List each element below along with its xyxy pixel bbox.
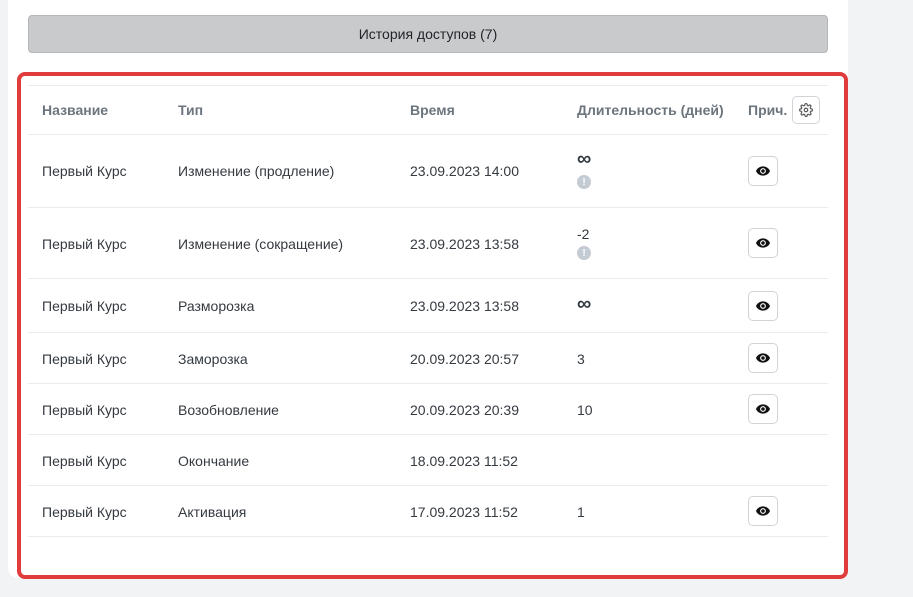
cell-type: Изменение (сокращение) [178,236,344,252]
cell-time: 23.09.2023 13:58 [410,298,519,314]
header-reason: Прич. [748,102,788,118]
header-name: Название [42,102,109,118]
view-reason-button[interactable] [748,343,778,373]
cell-duration: ∞ [577,148,592,170]
table-row: Первый Курс Изменение (продление) 23.09.… [28,135,828,208]
cell-name: Первый Курс [42,163,127,179]
header-time: Время [410,102,455,118]
cell-name: Первый Курс [42,453,127,469]
table-row: Первый Курс Активация 17.09.2023 11:52 1 [28,486,828,537]
cell-type: Активация [178,504,247,520]
view-reason-button[interactable] [748,156,778,186]
access-history-label: История доступов (7) [358,26,498,42]
cell-type: Окончание [178,453,250,469]
table-row: Первый Курс Разморозка 23.09.2023 13:58 … [28,279,828,333]
cell-duration: 3 [577,351,585,367]
cell-type: Возобновление [178,402,279,418]
table-row: Первый Курс Заморозка 20.09.2023 20:57 3 [28,333,828,384]
cell-time: 18.09.2023 11:52 [410,453,518,469]
view-reason-button[interactable] [748,228,778,258]
cell-duration: 10 [577,402,593,418]
cell-duration: ∞ [577,293,592,315]
view-reason-button[interactable] [748,496,778,526]
eye-icon [756,238,770,248]
cell-name: Первый Курс [42,351,127,367]
access-history-button[interactable]: История доступов (7) [28,15,828,53]
header-duration: Длительность (дней) [577,102,724,118]
eye-icon [756,166,770,176]
cell-name: Первый Курс [42,402,127,418]
view-reason-button[interactable] [748,394,778,424]
eye-icon [756,506,770,516]
cell-name: Первый Курс [42,236,127,252]
cell-time: 23.09.2023 13:58 [410,236,519,252]
table-row: Первый Курс Возобновление 20.09.2023 20:… [28,384,828,435]
info-icon[interactable]: ! [577,246,591,260]
cell-time: 23.09.2023 14:00 [410,163,519,179]
cell-duration: -2 [577,226,590,242]
cell-name: Первый Курс [42,298,127,314]
eye-icon [756,404,770,414]
cell-time: 17.09.2023 11:52 [410,504,518,520]
column-settings-button[interactable] [792,96,820,124]
cell-time: 20.09.2023 20:39 [410,402,519,418]
cell-name: Первый Курс [42,504,127,520]
access-history-table: Название Тип Время Длительность (дней) П… [28,85,828,537]
table-header-row: Название Тип Время Длительность (дней) П… [28,85,828,135]
cell-duration: 1 [577,504,585,520]
cell-time: 20.09.2023 20:57 [410,351,519,367]
info-icon[interactable]: ! [577,175,591,189]
cell-type: Заморозка [178,351,248,367]
table-row: Первый Курс Окончание 18.09.2023 11:52 [28,435,828,486]
header-type: Тип [178,102,204,118]
gear-icon [799,103,813,117]
table-row: Первый Курс Изменение (сокращение) 23.09… [28,208,828,279]
eye-icon [756,301,770,311]
cell-type: Разморозка [178,298,255,314]
cell-type: Изменение (продление) [178,163,335,179]
eye-icon [756,353,770,363]
view-reason-button[interactable] [748,291,778,321]
